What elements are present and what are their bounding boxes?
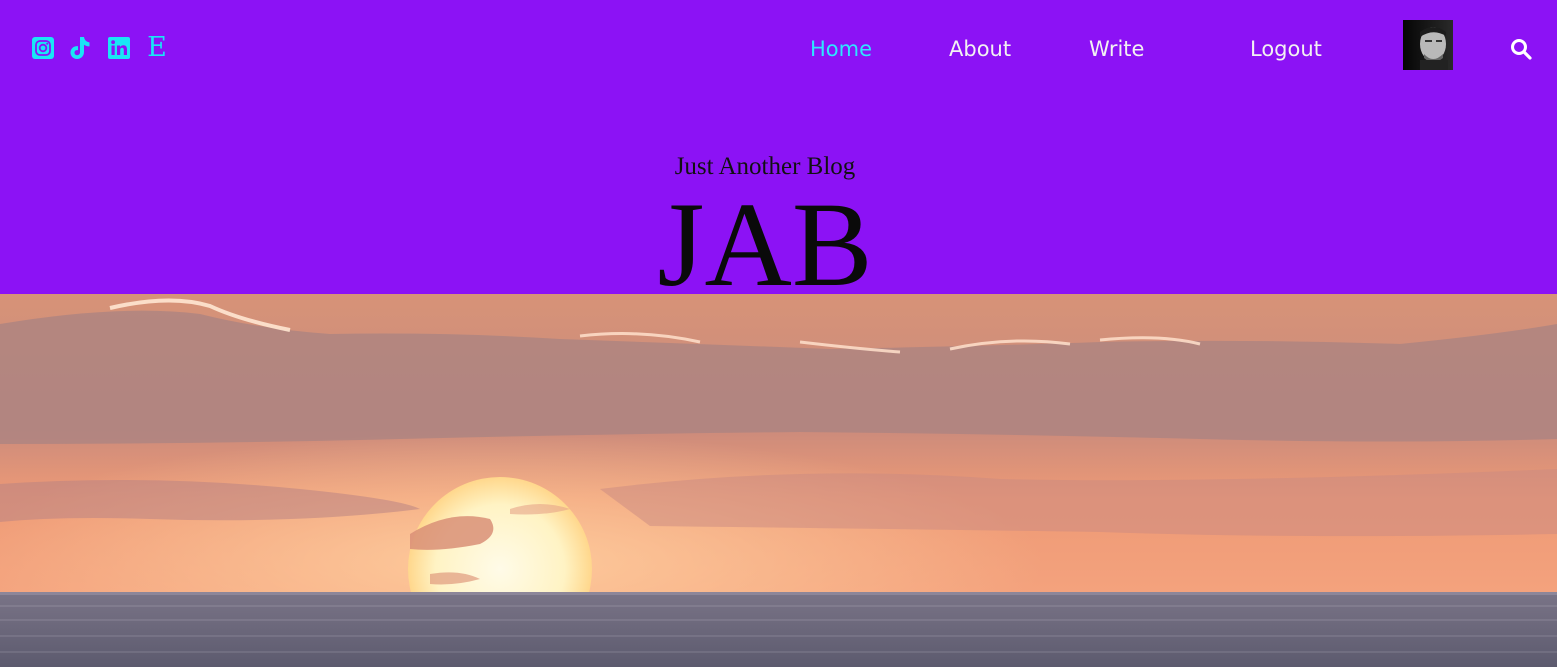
search-icon[interactable] — [1509, 37, 1533, 61]
hero-sunset-image — [0, 294, 1557, 667]
top-bar: E Home About Write Logout — [0, 0, 1557, 100]
nav-about-link[interactable]: About — [949, 34, 1011, 64]
site-tagline: Just Another Blog — [674, 153, 856, 180]
nav-logout-link[interactable]: Logout — [1250, 34, 1322, 64]
instagram-icon[interactable] — [31, 34, 55, 61]
nav-write-link[interactable]: Write — [1089, 34, 1144, 64]
tiktok-icon[interactable] — [69, 34, 93, 61]
etsy-icon[interactable]: E — [145, 34, 169, 61]
linkedin-icon[interactable] — [107, 34, 131, 61]
site-title[interactable]: JAB — [0, 185, 1530, 306]
user-avatar[interactable] — [1403, 20, 1453, 70]
nav-home-link[interactable]: Home — [810, 34, 872, 64]
social-links: E — [31, 34, 183, 61]
